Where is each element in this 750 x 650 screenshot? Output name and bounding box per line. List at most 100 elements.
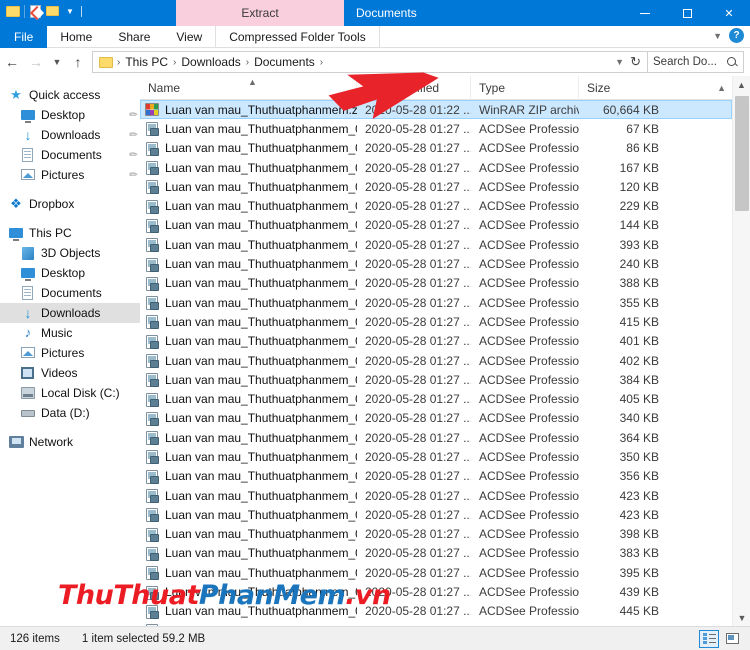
sidebar-item-quick-access[interactable]: ★ Quick access — [0, 85, 140, 105]
sidebar-item-dropbox[interactable]: ❖ Dropbox — [0, 194, 140, 214]
breadcrumb-item-this-pc[interactable]: This PC — [121, 55, 172, 69]
scrollbar-thumb[interactable] — [735, 96, 749, 211]
back-icon[interactable]: ← — [0, 50, 24, 74]
sidebar-item-downloads[interactable]: ↓ Downloads ✐ — [0, 125, 140, 145]
column-header-size[interactable]: Size — [578, 75, 668, 100]
large-icons-view-icon[interactable] — [722, 630, 742, 648]
table-row[interactable]: Luan van mau_Thuthuatphanmem_023.p... 202… — [140, 544, 732, 563]
column-header-name[interactable]: Name ▲ — [140, 76, 356, 100]
table-row[interactable]: Luan van mau_Thuthuatphanmem_024.p... 202… — [140, 563, 732, 582]
tab-home[interactable]: Home — [47, 26, 105, 48]
sidebar-item-desktop[interactable]: Desktop ✐ — [0, 105, 140, 125]
tab-share[interactable]: Share — [105, 26, 163, 48]
details-view-icon[interactable] — [699, 629, 719, 648]
table-row[interactable]: Luan van mau_Thuthuatphanmem_026.p... 202… — [140, 602, 732, 621]
contextual-tab-extract[interactable]: Extract — [176, 0, 344, 26]
pin-icon[interactable]: ✐ — [125, 168, 139, 182]
maximize-button[interactable] — [666, 0, 708, 26]
column-options-icon[interactable]: ▲ — [717, 83, 732, 93]
tab-view[interactable]: View — [163, 26, 215, 48]
sidebar-item-3d-objects[interactable]: 3D Objects — [0, 243, 140, 263]
tab-compressed-folder-tools[interactable]: Compressed Folder Tools — [215, 26, 380, 48]
pin-icon[interactable]: ✐ — [125, 128, 139, 142]
pdf-icon — [145, 257, 160, 272]
table-row[interactable]: Luan van mau_Thuthuatphanmem_019.p... 202… — [140, 467, 732, 486]
sidebar-item-music[interactable]: ♪ Music — [0, 323, 140, 343]
table-row[interactable]: Luan van mau_Thuthuatphanmem_003.p... 202… — [140, 158, 732, 177]
sidebar-item-downloads[interactable]: ↓ Downloads — [0, 303, 140, 323]
vertical-scrollbar[interactable]: ▲ ▼ — [732, 76, 750, 626]
forward-icon[interactable]: → — [24, 50, 48, 74]
sidebar-item-pictures[interactable]: Pictures — [0, 343, 140, 363]
sidebar-item-network[interactable]: Network — [0, 432, 140, 452]
folder-icon[interactable] — [6, 4, 21, 19]
table-row[interactable]: Luan van mau_Thuthuatphanmem_007.p... 202… — [140, 235, 732, 254]
table-row[interactable]: Luan van mau_Thuthuatphanmem_002.p... 202… — [140, 139, 732, 158]
table-row[interactable]: Luan van mau_Thuthuatphanmem_016.p... 202… — [140, 409, 732, 428]
table-row[interactable]: Luan van mau_Thuthuatphanmem_015.p... 202… — [140, 389, 732, 408]
table-row[interactable]: Luan van mau_Thuthuatphanmem_013.p... 202… — [140, 351, 732, 370]
breadcrumb[interactable]: › This PC › Downloads › Documents › ▼ ↻ — [92, 51, 648, 73]
table-row[interactable]: Luan van mau_Thuthuatphanmem_022.p... 202… — [140, 525, 732, 544]
pin-icon[interactable]: ✐ — [125, 148, 139, 162]
table-row[interactable]: Luan van mau_Thuthuatphanmem_021.p... 202… — [140, 505, 732, 524]
properties-icon[interactable] — [28, 4, 43, 19]
up-icon[interactable]: ↑ — [66, 50, 90, 74]
table-row[interactable]: Luan van mau_Thuthuatphanmem_006.p... 202… — [140, 216, 732, 235]
table-row[interactable]: Luan van mau_Thuthuatphanmem_014.p... 202… — [140, 370, 732, 389]
file-name-cell: Luan van mau_Thuthuatphanmem_003.p... — [141, 160, 357, 176]
pdf-icon — [145, 121, 160, 137]
table-row[interactable]: Luan van mau_Thuthuatphanmem_025.p... 202… — [140, 582, 732, 601]
address-dropdown-icon[interactable]: ▼ — [615, 57, 624, 67]
tab-file[interactable]: File — [0, 26, 48, 48]
column-header-date-modified[interactable]: Date modified — [356, 75, 470, 100]
file-date-cell: 2020-05-28 01:27 ... — [365, 449, 471, 464]
table-row[interactable]: Luan van mau_Thuthuatphanmem_008.p... 202… — [140, 254, 732, 273]
chevron-down-icon[interactable]: ▼ — [64, 4, 76, 19]
pin-icon[interactable]: ✐ — [125, 108, 139, 122]
chevron-down-icon[interactable]: ▼ — [713, 31, 722, 41]
refresh-icon[interactable]: ↻ — [630, 54, 641, 70]
table-row[interactable]: Luan van mau_Thuthuatphanmem_009.p... 202… — [140, 274, 732, 293]
recent-locations-icon[interactable]: ▼ — [48, 50, 66, 74]
table-row[interactable]: Luan van mau_Thuthuatphanmem.zip 2020-05-… — [140, 100, 732, 120]
table-row[interactable]: Luan van mau_Thuthuatphanmem_004.p... 202… — [140, 177, 732, 196]
scroll-up-icon[interactable]: ▲ — [733, 76, 750, 93]
sidebar-item-desktop[interactable]: Desktop — [0, 263, 140, 283]
table-row[interactable]: Luan van mau_Thuthuatphanmem_018.p... 202… — [140, 447, 732, 466]
sidebar-item-data-d[interactable]: Data (D:) — [0, 403, 140, 423]
file-type-cell: ACDSee Professio... — [479, 449, 579, 464]
close-button[interactable]: ✕ — [708, 0, 750, 26]
column-header-type[interactable]: Type — [470, 75, 578, 100]
sidebar-item-videos[interactable]: Videos — [0, 363, 140, 383]
title-bar: ▼ Extract Documents ✕ — [0, 0, 750, 26]
new-folder-icon[interactable] — [46, 4, 61, 19]
file-list[interactable]: Luan van mau_Thuthuatphanmem.zip 2020-05-… — [140, 100, 732, 626]
scroll-down-icon[interactable]: ▼ — [733, 609, 750, 626]
minimize-button[interactable] — [624, 0, 666, 26]
file-date-cell: 2020-05-28 01:27 ... — [365, 585, 471, 600]
table-row[interactable]: Luan van mau_Thuthuatphanmem_010.p... 202… — [140, 293, 732, 312]
sidebar-item-label: Downloads — [41, 128, 101, 142]
sidebar-item-local-disk-c[interactable]: Local Disk (C:) — [0, 383, 140, 403]
table-row[interactable]: Luan van mau_Thuthuatphanmem_001.p... 202… — [140, 119, 732, 138]
breadcrumb-item-documents[interactable]: Documents — [250, 55, 319, 69]
table-row[interactable]: Luan van mau_Thuthuatphanmem_012.p... 202… — [140, 332, 732, 351]
table-row[interactable]: Luan van mau_Thuthuatphanmem_005.p... 202… — [140, 196, 732, 215]
file-type-cell: ACDSee Professio... — [479, 141, 579, 156]
help-icon[interactable]: ? — [729, 28, 744, 43]
sidebar-item-documents[interactable]: Documents ✐ — [0, 145, 140, 165]
breadcrumb-item-downloads[interactable]: Downloads — [177, 55, 244, 69]
table-row[interactable]: Luan van mau_Thuthuatphanmem_020.p... 202… — [140, 486, 732, 505]
sidebar-item-this-pc[interactable]: This PC — [0, 223, 140, 243]
table-row[interactable]: Luan van mau_Thuthuatphanmem_011.p... 202… — [140, 312, 732, 331]
table-row[interactable]: Luan van mau_Thuthuatphanmem_017.p... 202… — [140, 428, 732, 447]
sidebar-item-pictures[interactable]: Pictures ✐ — [0, 165, 140, 185]
file-size-cell: 395 KB — [619, 565, 659, 580]
nav-group-spacer — [0, 214, 140, 223]
sidebar-item-documents[interactable]: Documents — [0, 283, 140, 303]
file-name-cell: Luan van mau_Thuthuatphanmem_012.p... — [141, 334, 357, 349]
navigation-pane[interactable]: ★ Quick access Desktop ✐ ↓ Downloads ✐ Document… — [0, 76, 140, 626]
drive-icon — [20, 405, 36, 421]
search-input[interactable]: Search Do... — [648, 51, 744, 73]
